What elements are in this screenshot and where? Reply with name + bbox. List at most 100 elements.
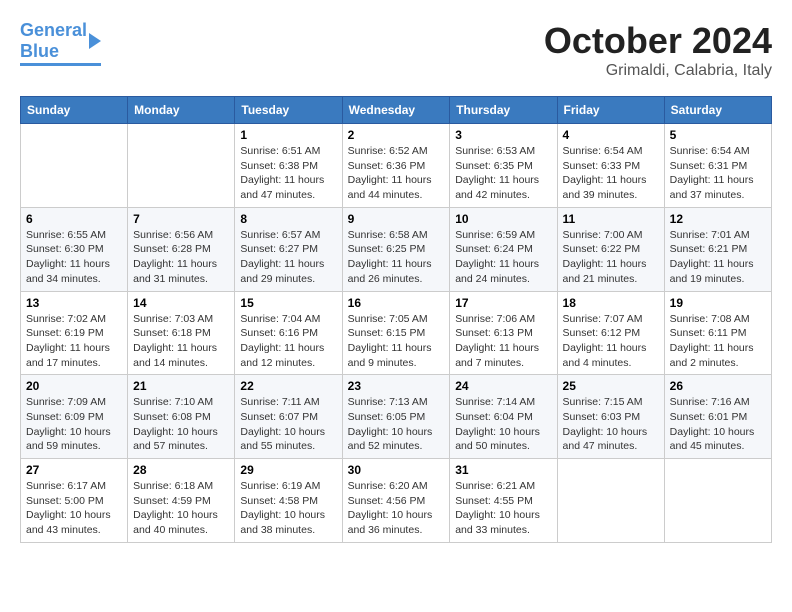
calendar-cell: 16Sunrise: 7:05 AMSunset: 6:15 PMDayligh… xyxy=(342,291,450,375)
calendar-week-row: 27Sunrise: 6:17 AMSunset: 5:00 PMDayligh… xyxy=(21,459,772,543)
calendar-header-row: SundayMondayTuesdayWednesdayThursdayFrid… xyxy=(21,97,772,124)
calendar-cell: 28 Sunrise: 6:18 AMSunset: 4:59 PMDayligh… xyxy=(128,459,235,543)
weekday-header: Tuesday xyxy=(235,97,342,124)
day-info: Sunrise: 7:01 AMSunset: 6:21 PMDaylight:… xyxy=(670,228,766,287)
logo-text: General xyxy=(20,20,87,41)
calendar-cell: 15 Sunrise: 7:04 AMSunset: 6:16 PMDayligh… xyxy=(235,291,342,375)
day-number: 23 xyxy=(348,379,445,393)
day-number: 24 xyxy=(455,379,551,393)
calendar-cell: 17 Sunrise: 7:06 AMSunset: 6:13 PMDayligh… xyxy=(450,291,557,375)
logo: General Blue xyxy=(20,20,101,66)
day-number: 1 xyxy=(240,128,336,142)
location-title: Grimaldi, Calabria, Italy xyxy=(544,62,772,80)
day-number: 22 xyxy=(240,379,336,393)
day-number: 31 xyxy=(455,463,551,477)
day-number: 21 xyxy=(133,379,229,393)
calendar-cell: 8 Sunrise: 6:57 AMSunset: 6:27 PMDaylight… xyxy=(235,207,342,291)
weekday-header: Monday xyxy=(128,97,235,124)
calendar-cell: 22 Sunrise: 7:11 AMSunset: 6:07 PMDayligh… xyxy=(235,375,342,459)
day-number: 20 xyxy=(26,379,122,393)
day-number: 13 xyxy=(26,296,122,310)
calendar-cell: 19 Sunrise: 7:08 AMSunset: 6:11 PMDayligh… xyxy=(664,291,771,375)
calendar-cell: 20 Sunrise: 7:09 AMSunset: 6:09 PMDayligh… xyxy=(21,375,128,459)
day-info: Sunrise: 6:56 AMSunset: 6:28 PMDaylight:… xyxy=(133,228,229,287)
calendar-cell: 12 Sunrise: 7:01 AMSunset: 6:21 PMDayligh… xyxy=(664,207,771,291)
day-info: Sunrise: 7:08 AMSunset: 6:11 PMDaylight:… xyxy=(670,312,766,371)
calendar-cell: 14Sunrise: 7:03 AMSunset: 6:18 PMDayligh… xyxy=(128,291,235,375)
day-info: Sunrise: 7:07 AMSunset: 6:12 PMDaylight:… xyxy=(563,312,659,371)
day-info: Sunrise: 7:09 AMSunset: 6:09 PMDaylight:… xyxy=(26,395,122,454)
calendar-cell: 25 Sunrise: 7:15 AMSunset: 6:03 PMDayligh… xyxy=(557,375,664,459)
calendar-cell: 5Sunrise: 6:54 AMSunset: 6:31 PMDaylight… xyxy=(664,124,771,208)
day-info: Sunrise: 6:21 AMSunset: 4:55 PMDaylight:… xyxy=(455,479,551,538)
day-info: Sunrise: 6:18 AMSunset: 4:59 PMDaylight:… xyxy=(133,479,229,538)
day-number: 19 xyxy=(670,296,766,310)
day-number: 26 xyxy=(670,379,766,393)
day-number: 2 xyxy=(348,128,445,142)
day-info: Sunrise: 6:55 AMSunset: 6:30 PMDaylight:… xyxy=(26,228,122,287)
calendar-cell: 10Sunrise: 6:59 AMSunset: 6:24 PMDayligh… xyxy=(450,207,557,291)
calendar-cell: 31 Sunrise: 6:21 AMSunset: 4:55 PMDayligh… xyxy=(450,459,557,543)
day-number: 30 xyxy=(348,463,445,477)
calendar-week-row: 6 Sunrise: 6:55 AMSunset: 6:30 PMDaylight… xyxy=(21,207,772,291)
day-info: Sunrise: 6:53 AMSunset: 6:35 PMDaylight:… xyxy=(455,144,551,203)
day-number: 17 xyxy=(455,296,551,310)
day-number: 4 xyxy=(563,128,659,142)
day-info: Sunrise: 6:57 AMSunset: 6:27 PMDaylight:… xyxy=(240,228,336,287)
day-number: 25 xyxy=(563,379,659,393)
calendar-week-row: 1 Sunrise: 6:51 AMSunset: 6:38 PMDaylight… xyxy=(21,124,772,208)
day-number: 28 xyxy=(133,463,229,477)
logo-underline xyxy=(20,63,101,66)
calendar-cell: 2Sunrise: 6:52 AMSunset: 6:36 PMDaylight… xyxy=(342,124,450,208)
weekday-header: Saturday xyxy=(664,97,771,124)
day-number: 9 xyxy=(348,212,445,226)
day-number: 3 xyxy=(455,128,551,142)
day-info: Sunrise: 7:15 AMSunset: 6:03 PMDaylight:… xyxy=(563,395,659,454)
day-info: Sunrise: 6:58 AMSunset: 6:25 PMDaylight:… xyxy=(348,228,445,287)
day-number: 6 xyxy=(26,212,122,226)
calendar-cell: 6 Sunrise: 6:55 AMSunset: 6:30 PMDaylight… xyxy=(21,207,128,291)
calendar-cell: 7 Sunrise: 6:56 AMSunset: 6:28 PMDaylight… xyxy=(128,207,235,291)
day-number: 15 xyxy=(240,296,336,310)
day-number: 29 xyxy=(240,463,336,477)
calendar-week-row: 20 Sunrise: 7:09 AMSunset: 6:09 PMDayligh… xyxy=(21,375,772,459)
calendar-cell: 3 Sunrise: 6:53 AMSunset: 6:35 PMDaylight… xyxy=(450,124,557,208)
day-number: 11 xyxy=(563,212,659,226)
calendar-cell: 18 Sunrise: 7:07 AMSunset: 6:12 PMDayligh… xyxy=(557,291,664,375)
day-info: Sunrise: 7:05 AMSunset: 6:15 PMDaylight:… xyxy=(348,312,445,371)
day-number: 7 xyxy=(133,212,229,226)
calendar-cell: 27Sunrise: 6:17 AMSunset: 5:00 PMDayligh… xyxy=(21,459,128,543)
calendar-table: SundayMondayTuesdayWednesdayThursdayFrid… xyxy=(20,96,772,543)
logo-arrow-icon xyxy=(89,33,101,49)
day-info: Sunrise: 7:03 AMSunset: 6:18 PMDaylight:… xyxy=(133,312,229,371)
day-info: Sunrise: 6:20 AMSunset: 4:56 PMDaylight:… xyxy=(348,479,445,538)
calendar-cell: 1 Sunrise: 6:51 AMSunset: 6:38 PMDaylight… xyxy=(235,124,342,208)
calendar-cell: 23Sunrise: 7:13 AMSunset: 6:05 PMDayligh… xyxy=(342,375,450,459)
calendar-cell: 29 Sunrise: 6:19 AMSunset: 4:58 PMDayligh… xyxy=(235,459,342,543)
day-number: 8 xyxy=(240,212,336,226)
calendar-cell: 30 Sunrise: 6:20 AMSunset: 4:56 PMDayligh… xyxy=(342,459,450,543)
day-number: 18 xyxy=(563,296,659,310)
day-info: Sunrise: 7:02 AMSunset: 6:19 PMDaylight:… xyxy=(26,312,122,371)
day-info: Sunrise: 7:04 AMSunset: 6:16 PMDaylight:… xyxy=(240,312,336,371)
day-info: Sunrise: 6:17 AMSunset: 5:00 PMDaylight:… xyxy=(26,479,122,538)
day-info: Sunrise: 6:54 AMSunset: 6:31 PMDaylight:… xyxy=(670,144,766,203)
calendar-cell: 13 Sunrise: 7:02 AMSunset: 6:19 PMDayligh… xyxy=(21,291,128,375)
day-info: Sunrise: 7:06 AMSunset: 6:13 PMDaylight:… xyxy=(455,312,551,371)
calendar-week-row: 13 Sunrise: 7:02 AMSunset: 6:19 PMDayligh… xyxy=(21,291,772,375)
day-number: 12 xyxy=(670,212,766,226)
calendar-cell xyxy=(557,459,664,543)
month-title: October 2024 xyxy=(544,20,772,62)
day-info: Sunrise: 7:00 AMSunset: 6:22 PMDaylight:… xyxy=(563,228,659,287)
day-info: Sunrise: 6:19 AMSunset: 4:58 PMDaylight:… xyxy=(240,479,336,538)
day-info: Sunrise: 7:11 AMSunset: 6:07 PMDaylight:… xyxy=(240,395,336,454)
calendar-cell xyxy=(128,124,235,208)
logo-blue-text: Blue xyxy=(20,41,87,62)
calendar-cell xyxy=(21,124,128,208)
calendar-cell: 24Sunrise: 7:14 AMSunset: 6:04 PMDayligh… xyxy=(450,375,557,459)
weekday-header: Friday xyxy=(557,97,664,124)
calendar-cell: 26Sunrise: 7:16 AMSunset: 6:01 PMDayligh… xyxy=(664,375,771,459)
day-info: Sunrise: 6:51 AMSunset: 6:38 PMDaylight:… xyxy=(240,144,336,203)
day-info: Sunrise: 6:59 AMSunset: 6:24 PMDaylight:… xyxy=(455,228,551,287)
calendar-cell: 11 Sunrise: 7:00 AMSunset: 6:22 PMDayligh… xyxy=(557,207,664,291)
